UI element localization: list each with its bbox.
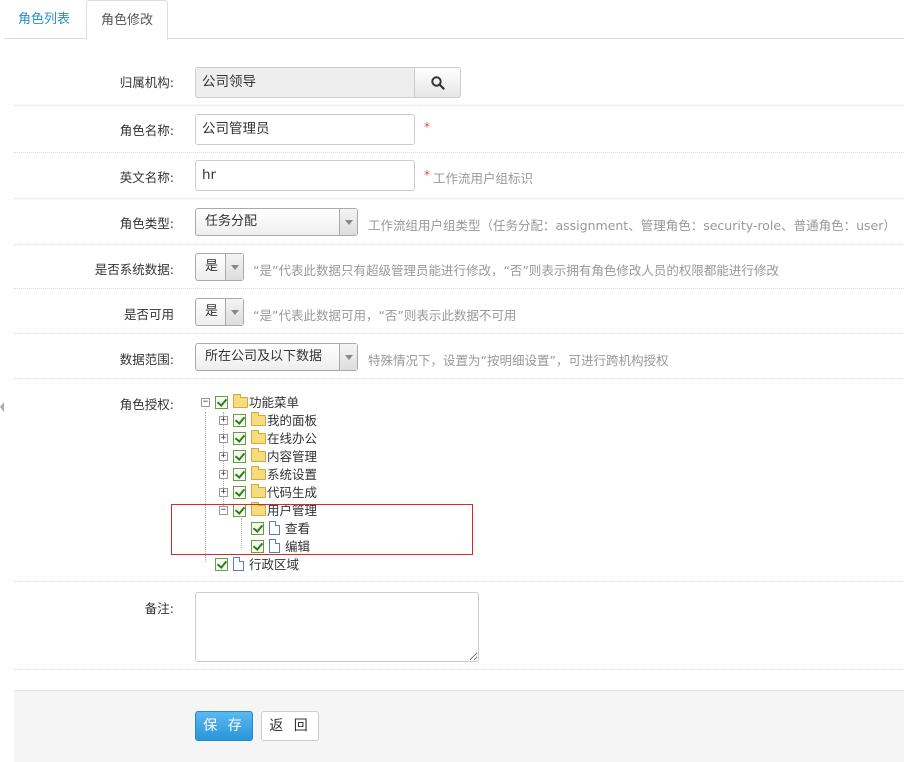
expand-icon[interactable]: + (219, 488, 228, 497)
folder-icon (251, 484, 266, 498)
folder-icon (251, 466, 266, 480)
collapse-icon[interactable]: − (201, 398, 210, 407)
name-label: 角色名称: (119, 123, 174, 138)
checkbox-checked[interactable] (233, 450, 246, 463)
expand-icon[interactable]: + (219, 434, 228, 443)
org-field[interactable]: 公司领导 (195, 67, 416, 98)
org-label: 归属机构: (119, 75, 174, 90)
datascope-help: 特殊情况下，设置为“按明细设置”，可进行跨机构授权 (368, 353, 669, 368)
role-type-value: 任务分配 (205, 214, 258, 229)
tree-node-label: 功能菜单 (249, 395, 300, 410)
enname-label: 英文名称: (119, 170, 174, 185)
document-icon (233, 557, 244, 571)
chevron-down-icon (339, 209, 357, 235)
folder-icon (251, 448, 266, 462)
checkbox-checked[interactable] (233, 468, 246, 481)
data-scope-select[interactable]: 所在公司及以下数据 (195, 343, 358, 371)
tree-node-label: 我的面板 (267, 413, 318, 428)
data-scope-value: 所在公司及以下数据 (205, 349, 323, 364)
expand-icon[interactable]: + (219, 452, 228, 461)
required-mark: * (424, 120, 430, 134)
auth-label: 角色授权: (119, 397, 174, 412)
expand-icon[interactable]: + (219, 416, 228, 425)
roletype-label: 角色类型: (119, 216, 174, 231)
save-button[interactable]: 保 存 (195, 711, 253, 741)
remarks-label: 备注: (144, 601, 174, 616)
checkbox-checked[interactable] (233, 432, 246, 445)
search-icon (431, 76, 445, 90)
folder-icon (233, 394, 248, 408)
highlight-box (171, 504, 473, 555)
tree-node-label: 行政区域 (249, 557, 300, 572)
remarks-textarea[interactable] (195, 592, 479, 662)
chevron-down-icon (225, 254, 243, 280)
tab-role-list[interactable]: 角色列表 (4, 0, 84, 39)
enname-help: 工作流用户组标识 (433, 171, 534, 186)
role-type-select[interactable]: 任务分配 (195, 208, 358, 236)
chevron-down-icon (225, 299, 243, 325)
chevron-down-icon (339, 344, 357, 370)
english-name-input[interactable]: hr (195, 160, 415, 191)
folder-icon (251, 412, 266, 426)
roletype-help: 工作流组用户组类型（任务分配：assignment、管理角色：security-… (368, 218, 896, 233)
useable-help: “是”代表此数据可用，“否”则表示此数据不可用 (253, 308, 517, 323)
role-name-input[interactable]: 公司管理员 (195, 114, 415, 145)
sys-data-select[interactable]: 是 (195, 253, 244, 281)
org-search-button[interactable] (414, 67, 461, 98)
tab-bar: 角色列表 角色修改 (4, 0, 904, 40)
sysdata-help: “是”代表此数据只有超级管理员能进行修改，“否”则表示拥有角色修改人员的权限都能… (253, 263, 779, 278)
folder-icon (251, 430, 266, 444)
useable-select[interactable]: 是 (195, 298, 244, 326)
form-row-name: 角色名称: (14, 106, 904, 153)
tree-node-label: 在线办公 (267, 431, 318, 446)
collapse-arrow-icon[interactable] (0, 402, 4, 412)
tree-node-label: 内容管理 (267, 449, 318, 464)
back-button[interactable]: 返 回 (261, 711, 319, 741)
useable-value: 是 (205, 304, 219, 319)
tree-node-label: 代码生成 (267, 485, 318, 500)
tab-role-edit[interactable]: 角色修改 (86, 0, 169, 40)
checkbox-checked[interactable] (215, 558, 228, 571)
checkbox-checked[interactable] (233, 486, 246, 499)
required-mark: * (424, 168, 430, 182)
tree-node-label: 系统设置 (267, 467, 318, 482)
expand-icon[interactable]: + (219, 470, 228, 479)
sys-data-value: 是 (205, 259, 219, 274)
checkbox-checked[interactable] (233, 414, 246, 427)
useable-label: 是否可用 (123, 307, 174, 322)
checkbox-checked[interactable] (215, 396, 228, 409)
datascope-label: 数据范围: (119, 352, 174, 367)
form-actions (14, 690, 904, 762)
sysdata-label: 是否系统数据: (94, 262, 174, 277)
